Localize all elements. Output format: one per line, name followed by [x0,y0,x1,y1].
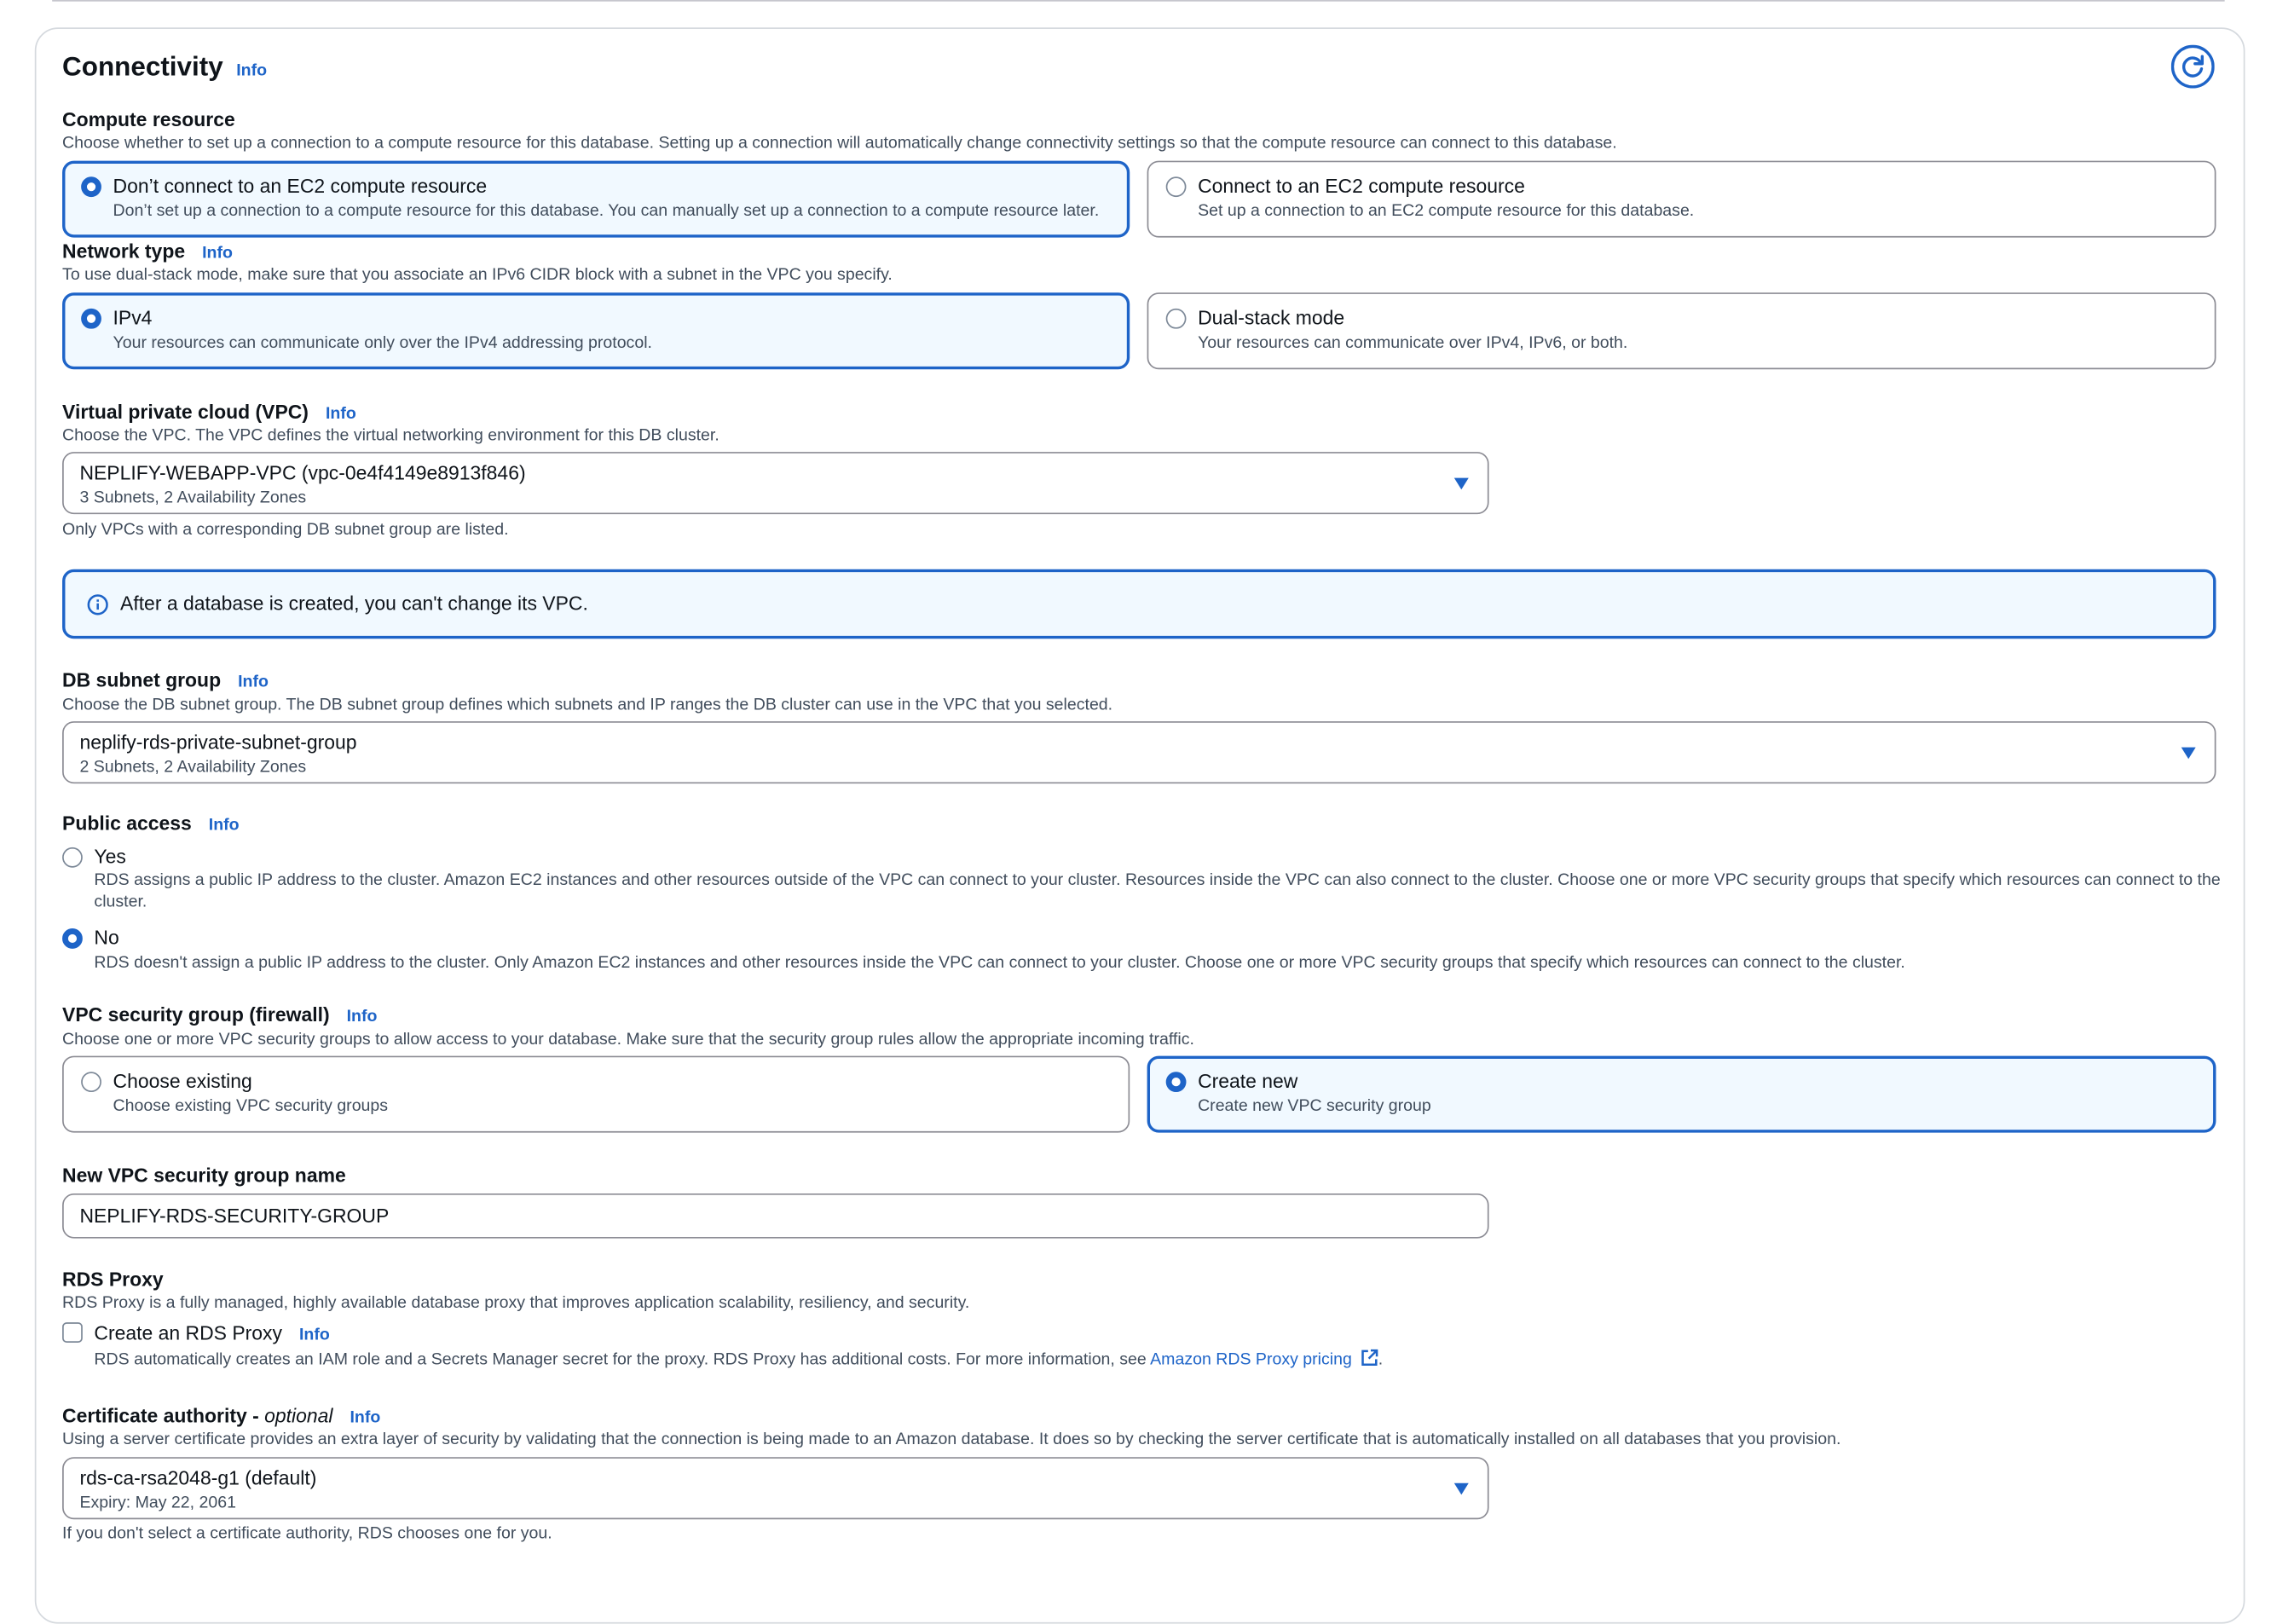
proxy-info-link[interactable]: Info [299,1326,330,1344]
subnet-label-text: DB subnet group [62,668,222,691]
cert-description: Using a server certificate provides an e… [62,1430,1841,1448]
network-description: To use dual-stack mode, make sure that y… [62,266,893,285]
vpc-description: Choose the VPC. The VPC defines the virt… [62,427,719,445]
vpc-info-alert: After a database is created, you can't c… [62,569,2216,639]
subnet-label: DB subnet group Info [62,669,269,691]
refresh-button[interactable] [2170,44,2215,89]
vpc-select[interactable]: NEPLIFY-WEBAPP-VPC (vpc-0e4f4149e8913f84… [62,452,1489,515]
refresh-icon [2170,44,2215,89]
sg-label: VPC security group (firewall) Info [62,1003,377,1025]
public-yes-desc-cont: cluster. [94,893,147,911]
cert-select-value: rds-ca-rsa2048-g1 (default) [79,1467,317,1489]
compute-option-connect[interactable]: Connect to an EC2 compute resource Set u… [1147,160,2216,238]
vpc-select-value: NEPLIFY-WEBAPP-VPC (vpc-0e4f4149e8913f84… [79,461,526,484]
public-info-link[interactable]: Info [209,817,240,834]
cert-info-link[interactable]: Info [350,1409,380,1426]
public-label: Public access Info [62,812,240,834]
public-yes-radio[interactable] [62,847,83,868]
public-yes-title[interactable]: Yes [94,846,125,867]
caret-down-icon [1453,477,1469,490]
vpc-info-link[interactable]: Info [326,406,356,423]
vpc-hint: Only VPCs with a corresponding DB subnet… [62,521,509,540]
public-no-desc: RDS doesn't assign a public IP address t… [94,954,1905,973]
sgname-input[interactable]: NEPLIFY-RDS-SECURITY-GROUP [62,1193,1489,1239]
proxy-label: RDS Proxy [62,1269,164,1291]
subnet-description: Choose the DB subnet group. The DB subne… [62,696,1113,714]
sg-option-create-new[interactable]: Create new Create new VPC security group [1147,1055,2216,1133]
network-option-title: IPv4 [113,307,153,329]
sg-option-desc: Choose existing VPC security groups [113,1097,389,1116]
compute-option-title: Don’t connect to an EC2 compute resource [113,175,488,198]
proxy-description: RDS Proxy is a fully managed, highly ava… [62,1294,970,1313]
compute-label: Compute resource [62,108,235,130]
subnet-info-link[interactable]: Info [238,673,269,691]
compute-option-title: Connect to an EC2 compute resource [1198,175,1525,198]
section-title: Connectivity Info [62,50,267,82]
divider [52,0,2225,2]
network-info-link[interactable]: Info [202,245,233,262]
subnet-select[interactable]: neplify-rds-private-subnet-group 2 Subne… [62,721,2216,784]
compute-option-dont-connect[interactable]: Don’t connect to an EC2 compute resource… [62,160,1130,238]
external-link-icon[interactable] [1360,1349,1378,1367]
cert-optional: optional [264,1405,333,1427]
public-no-title[interactable]: No [94,927,118,948]
caret-down-icon [1453,1482,1469,1495]
vpc-label: Virtual private cloud (VPC) Info [62,402,356,423]
sg-label-text: VPC security group (firewall) [62,1003,330,1026]
create-proxy-label: Create an RDS Proxy Info [94,1322,329,1344]
cert-label: Certificate authority - optional Info [62,1405,380,1426]
radio-selected-icon[interactable] [1165,1072,1187,1093]
cert-hint: If you don't select a certificate author… [62,1525,552,1543]
caret-down-icon [2181,747,2196,760]
sgname-input-value: NEPLIFY-RDS-SECURITY-GROUP [79,1205,390,1228]
sgname-label: New VPC security group name [62,1164,346,1187]
sg-option-choose-existing[interactable]: Choose existing Choose existing VPC secu… [62,1055,1130,1133]
create-proxy-label-text[interactable]: Create an RDS Proxy [94,1322,282,1344]
radio-empty-icon[interactable] [1165,308,1187,329]
sg-description: Choose one or more VPC security groups t… [62,1031,1194,1049]
subnet-select-value: neplify-rds-private-subnet-group [79,731,357,754]
cert-label-text: Certificate authority - [62,1405,265,1427]
section-info-link[interactable]: Info [236,62,267,79]
network-option-desc: Your resources can communicate over IPv4… [1198,334,1628,352]
proxy-note-end: . [1378,1351,1384,1369]
info-circle-icon [87,594,108,616]
network-label-text: Network type [62,240,186,263]
proxy-pricing-link[interactable]: Amazon RDS Proxy pricing [1150,1351,1352,1368]
stage: Connectivity Info Compute resource Choos… [0,0,2271,1624]
compute-description: Choose whether to set up a connection to… [62,135,1617,153]
cert-select-sub: Expiry: May 22, 2061 [79,1494,236,1512]
vpc-label-text: Virtual private cloud (VPC) [62,401,309,424]
radio-selected-icon[interactable] [81,308,101,329]
section-title-text: Connectivity [62,50,223,82]
network-option-ipv4[interactable]: IPv4 Your resources can communicate only… [62,292,1130,370]
sg-info-link[interactable]: Info [347,1008,378,1026]
subnet-select-sub: 2 Subnets, 2 Availability Zones [79,759,307,777]
compute-option-desc: Set up a connection to an EC2 compute re… [1198,202,1695,221]
radio-selected-icon[interactable] [81,176,101,198]
vpc-select-sub: 3 Subnets, 2 Availability Zones [79,489,307,507]
sg-option-desc: Create new VPC security group [1198,1097,1431,1116]
compute-option-desc: Don’t set up a connection to a compute r… [113,202,1100,221]
proxy-note: RDS automatically creates an IAM role an… [94,1349,1383,1369]
create-proxy-checkbox[interactable] [62,1322,83,1343]
radio-empty-icon[interactable] [81,1072,101,1093]
network-label: Network type Info [62,240,233,262]
cert-select[interactable]: rds-ca-rsa2048-g1 (default) Expiry: May … [62,1457,1489,1520]
network-option-title: Dual-stack mode [1198,307,1345,329]
proxy-note-text: RDS automatically creates an IAM role an… [94,1351,1151,1369]
network-option-desc: Your resources can communicate only over… [113,334,652,352]
public-label-text: Public access [62,812,192,835]
vpc-alert-text: After a database is created, you can't c… [120,592,588,615]
radio-empty-icon[interactable] [1165,176,1187,198]
public-yes-desc: RDS assigns a public IP address to the c… [94,871,2221,890]
network-option-dual-stack[interactable]: Dual-stack mode Your resources can commu… [1147,292,2216,370]
sg-option-title: Choose existing [113,1070,252,1093]
sg-option-title: Create new [1198,1070,1298,1093]
public-no-radio[interactable] [62,928,83,949]
